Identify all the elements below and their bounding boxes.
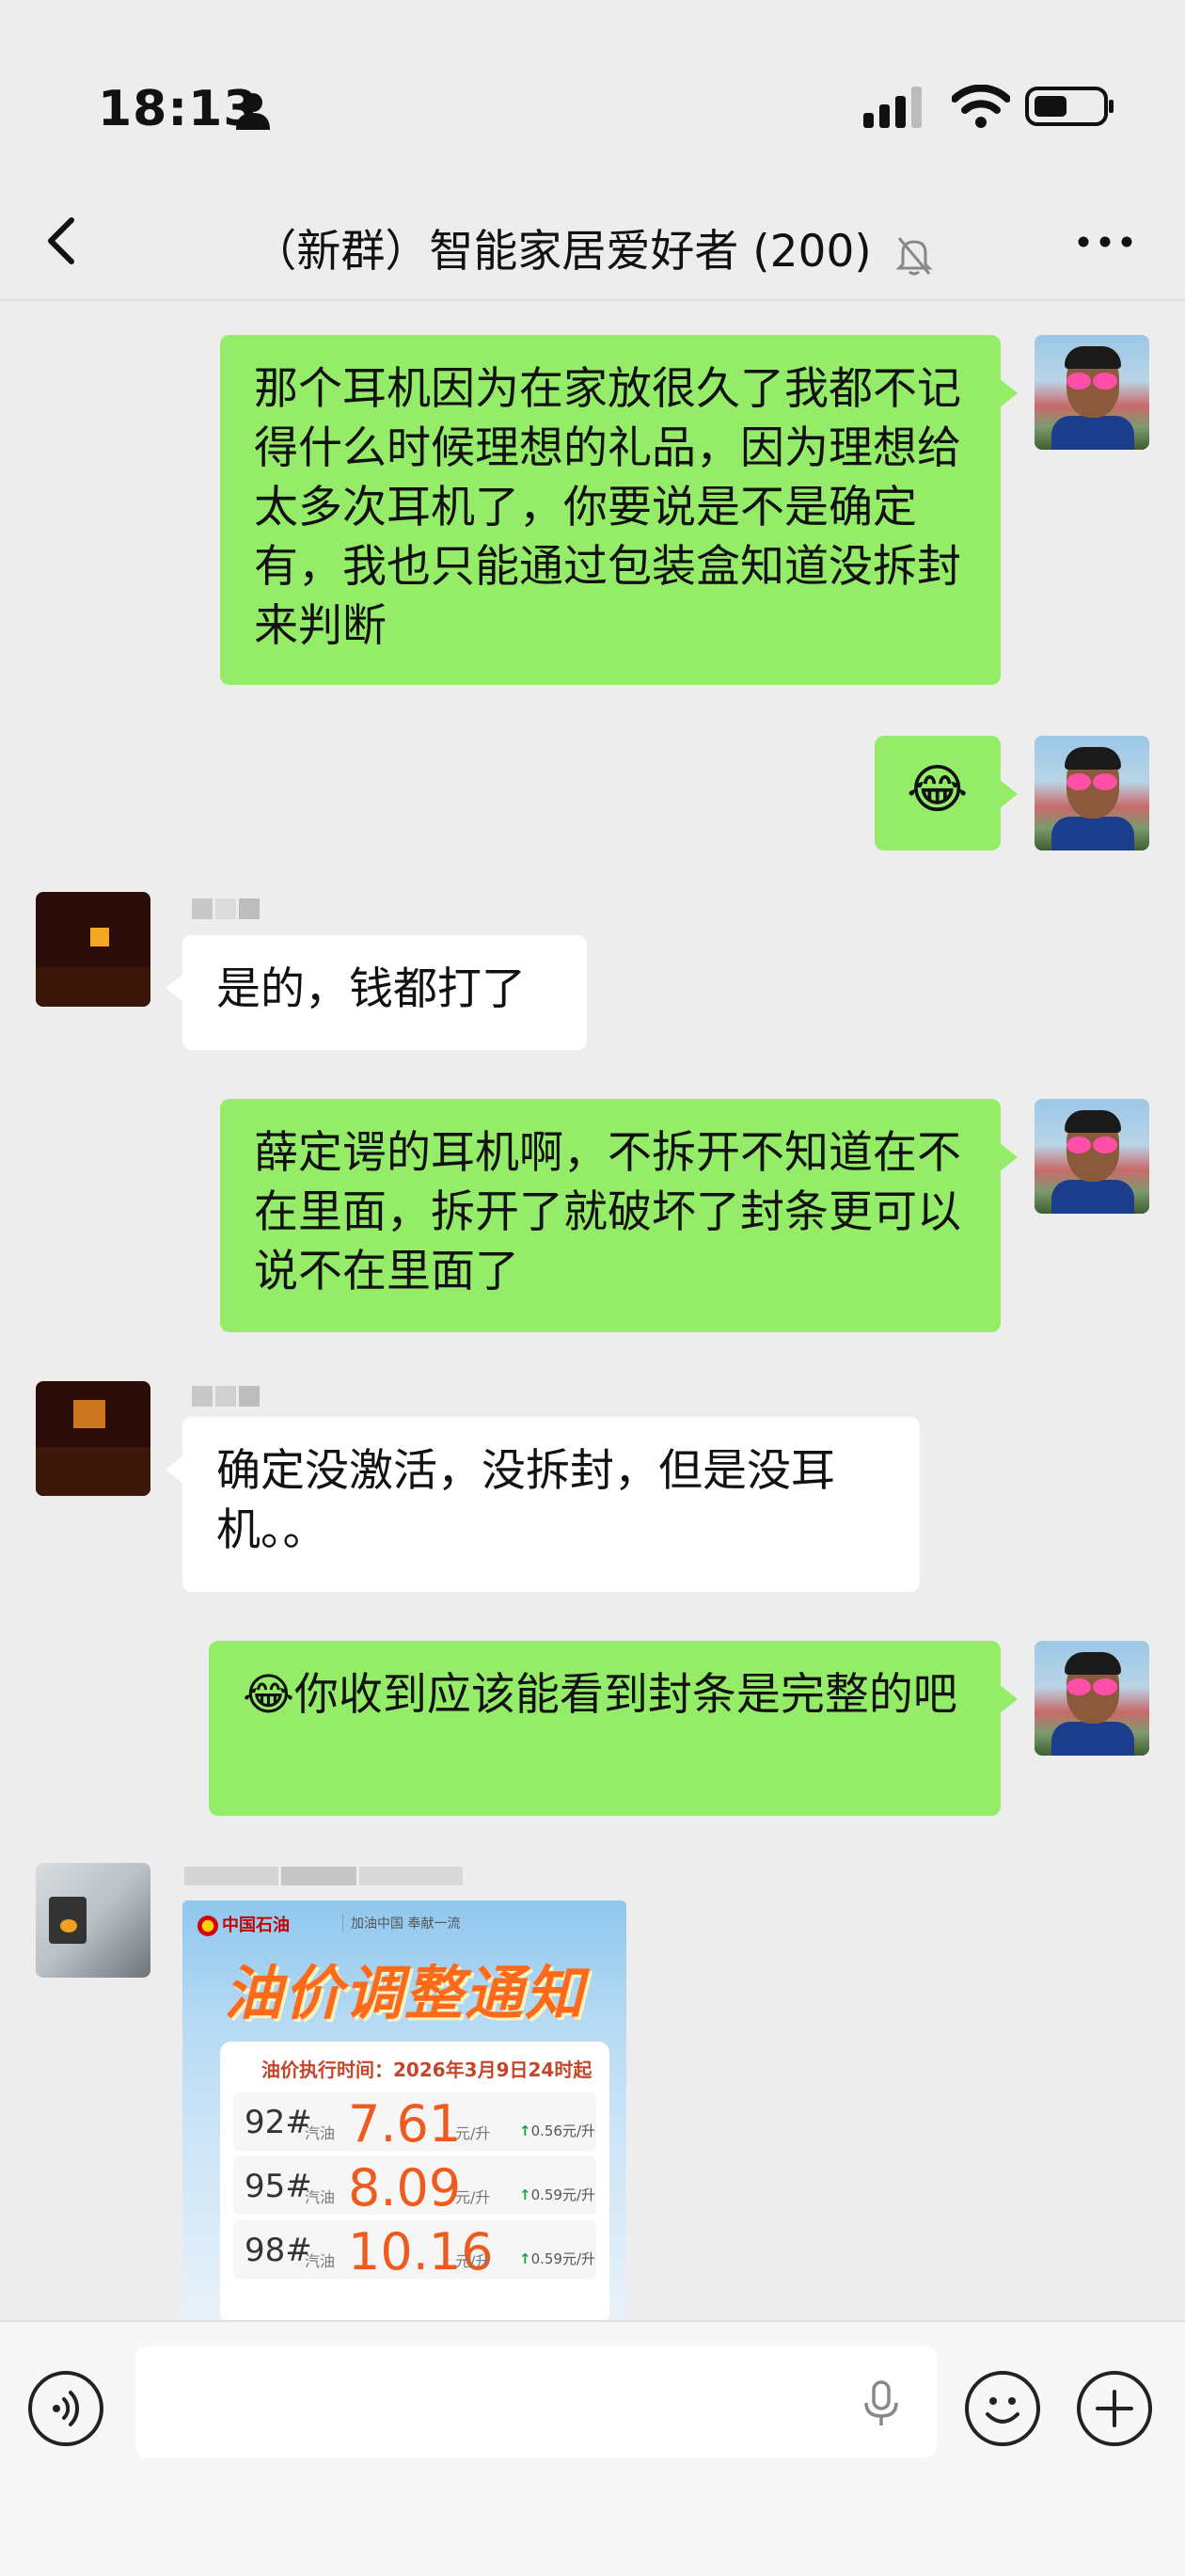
smiley-icon xyxy=(986,2397,1019,2424)
price-unit: 元/升 xyxy=(455,2188,491,2206)
fuel-grade: 92# xyxy=(245,2104,312,2141)
price-delta-text: 0.56元/升 xyxy=(530,2123,596,2139)
status-time: 18:13 xyxy=(98,81,259,137)
message-bubble-me-emoji[interactable]: 😂 xyxy=(875,736,1018,851)
avatar-other[interactable] xyxy=(36,1381,150,1496)
chat-title-text: （新群）智能家居爱好者 (200) xyxy=(252,226,872,278)
sender-name-redacted xyxy=(192,888,262,926)
chat-title: （新群）智能家居爱好者 (200) xyxy=(0,215,1185,279)
fuel-kind: 汽油 xyxy=(305,2252,336,2270)
avatar-me[interactable] xyxy=(1035,335,1149,450)
price-delta: ↑0.59元/升 xyxy=(519,2185,595,2204)
person-icon xyxy=(236,93,270,130)
poster-brand: 中国石油 xyxy=(198,1912,290,1936)
voice-wave-icon xyxy=(53,2391,80,2426)
mute-bell-icon xyxy=(895,236,933,275)
signal-icon xyxy=(863,87,922,128)
avatar-me[interactable] xyxy=(1035,1641,1149,1756)
avatar-me[interactable] xyxy=(1035,736,1149,851)
up-arrow-icon: ↑ xyxy=(519,2250,531,2267)
price-delta-text: 0.59元/升 xyxy=(530,2186,596,2203)
fuel-kind: 汽油 xyxy=(305,2124,336,2142)
avatar-other[interactable] xyxy=(36,892,150,1007)
price-unit: 元/升 xyxy=(455,2124,491,2142)
message-bubble-other[interactable]: 是的，钱都打了 xyxy=(166,935,587,1050)
status-bar: 18:13 xyxy=(0,0,1185,188)
fuel-grade: 95# xyxy=(245,2168,312,2205)
chat-header: （新群）智能家居爱好者 (200) xyxy=(0,188,1185,301)
message-text: 😂你收到应该能看到封条是完整的吧 xyxy=(243,1669,957,1721)
message-text: 那个耳机因为在家放很久了我都不记得什么时候理想的礼品，因为理想给太多次耳机了，你… xyxy=(254,363,961,652)
fuel-kind: 汽油 xyxy=(305,2188,336,2206)
message-bubble-me[interactable]: 薛定谔的耳机啊，不拆开不知道在不在里面，拆开了就破坏了封条更可以说不在里面了 xyxy=(220,1099,1018,1332)
sender-name-redacted xyxy=(184,1855,466,1893)
price-unit: 元/升 xyxy=(455,2252,491,2270)
message-bubble-me[interactable]: 😂你收到应该能看到封条是完整的吧 xyxy=(209,1641,1018,1816)
sender-name-redacted xyxy=(192,1375,262,1413)
fuel-grade: 98# xyxy=(245,2232,312,2269)
message-input[interactable] xyxy=(135,2346,937,2457)
fuel-price: 8.09 xyxy=(348,2158,462,2218)
price-delta: ↑0.56元/升 xyxy=(519,2121,595,2140)
more-options-icon[interactable] xyxy=(1072,228,1138,256)
price-delta: ↑0.59元/升 xyxy=(519,2249,595,2268)
poster-brand-text: 中国石油 xyxy=(222,1916,290,1935)
battery-icon xyxy=(1025,87,1114,126)
fuel-price: 7.61 xyxy=(348,2094,462,2154)
laughing-emoji: 😂 xyxy=(907,759,969,820)
avatar-other[interactable] xyxy=(36,1863,150,1978)
more-functions-button[interactable] xyxy=(1077,2371,1152,2446)
emoji-button[interactable] xyxy=(965,2371,1040,2446)
microphone-icon[interactable] xyxy=(860,2380,903,2427)
petrochina-logo-icon xyxy=(198,1916,218,1936)
message-bubble-other[interactable]: 确定没激活，没拆封，但是没耳机。。 xyxy=(166,1417,920,1592)
price-row: 98# 汽油 10.16 元/升 ↑0.59元/升 xyxy=(233,2220,596,2282)
exec-time: 油价执行时间：2026年3月9日24时起 xyxy=(261,2059,592,2081)
message-text: 确定没激活，没拆封，但是没耳机。。 xyxy=(216,1445,835,1556)
plus-icon xyxy=(1096,2390,1133,2427)
poster-slogan: 加油中国 奉献一流 xyxy=(342,1914,460,1932)
voice-input-button[interactable] xyxy=(28,2371,103,2446)
message-bubble-me[interactable]: 那个耳机因为在家放很久了我都不记得什么时候理想的礼品，因为理想给太多次耳机了，你… xyxy=(220,335,1018,685)
oil-price-image[interactable]: 中国石油 加油中国 奉献一流 油价调整通知 油价执行时间：2026年3月9日24… xyxy=(182,1900,626,2320)
input-bar xyxy=(0,2320,1185,2576)
message-text: 是的，钱都打了 xyxy=(216,963,526,1015)
price-card: 油价执行时间：2026年3月9日24时起 92# 汽油 7.61 元/升 ↑0.… xyxy=(220,2042,609,2320)
avatar-me[interactable] xyxy=(1035,1099,1149,1214)
wifi-icon xyxy=(952,85,1010,128)
price-delta-text: 0.59元/升 xyxy=(530,2250,596,2267)
price-row: 92# 汽油 7.61 元/升 ↑0.56元/升 xyxy=(233,2092,596,2154)
message-text: 薛定谔的耳机啊，不拆开不知道在不在里面，拆开了就破坏了封条更可以说不在里面了 xyxy=(254,1127,961,1297)
up-arrow-icon: ↑ xyxy=(519,2123,531,2139)
up-arrow-icon: ↑ xyxy=(519,2186,531,2203)
price-row: 95# 汽油 8.09 元/升 ↑0.59元/升 xyxy=(233,2156,596,2218)
poster-title: 油价调整通知 xyxy=(224,1959,586,2027)
